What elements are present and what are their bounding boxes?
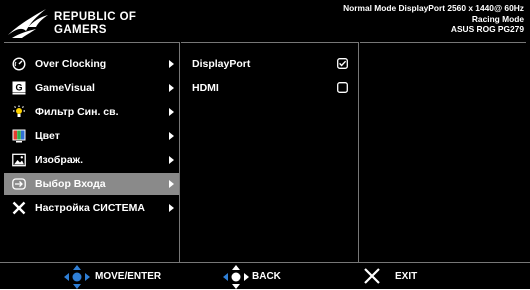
status-model-line: ASUS ROG PG279: [450, 24, 524, 34]
menu-item-label: Изображ.: [35, 154, 84, 166]
checkbox-checked-icon: [337, 58, 348, 69]
arrow-right-icon: [169, 132, 174, 140]
gauge-icon: [12, 57, 26, 71]
osd-footer: MOVE/ENTER BACK EXIT: [0, 262, 530, 289]
rog-eye-icon: [8, 9, 48, 38]
status-mode-line: Normal Mode DisplayPort 2560 x 1440@ 60H…: [343, 3, 524, 13]
brand-line-2: GAMERS: [54, 24, 107, 36]
svg-text:G: G: [15, 83, 22, 93]
main-menu: Over Clocking G GameVisual Фильтр Син. с…: [4, 42, 180, 262]
status-info: Normal Mode DisplayPort 2560 x 1440@ 60H…: [343, 3, 524, 35]
menu-item-label: Цвет: [35, 130, 60, 142]
menu-item-label: Настройка СИСТЕМА: [35, 202, 145, 214]
gamevisual-icon: G: [12, 81, 26, 95]
arrow-right-icon: [169, 180, 174, 188]
arrow-right-icon: [169, 60, 174, 68]
footer-exit-label: EXIT: [395, 271, 418, 282]
footer-exit[interactable]: EXIT: [363, 263, 443, 290]
menu-item-label: Выбор Входа: [35, 178, 106, 190]
menu-item-color[interactable]: Цвет: [4, 125, 179, 147]
menu-item-input-select[interactable]: Выбор Входа: [4, 173, 179, 195]
brand-name: REPUBLIC OF GAMERS: [54, 11, 136, 37]
checkbox-empty-icon: [337, 82, 348, 93]
menu-item-label: Over Clocking: [35, 58, 107, 70]
arrow-right-icon: [169, 156, 174, 164]
menu-item-label: GameVisual: [35, 82, 95, 94]
arrow-right-icon: [169, 108, 174, 116]
footer-move-enter[interactable]: MOVE/ENTER: [64, 263, 174, 290]
joystick-back-icon: [223, 265, 249, 289]
footer-back-label: BACK: [252, 271, 281, 282]
footer-move-label: MOVE/ENTER: [95, 271, 162, 282]
detail-panel: [360, 42, 526, 262]
rog-logo: REPUBLIC OF GAMERS: [6, 5, 182, 41]
menu-item-label: Фильтр Син. св.: [35, 106, 119, 118]
submenu-option-hdmi[interactable]: HDMI: [181, 77, 358, 99]
arrow-right-icon: [169, 84, 174, 92]
status-gamevisual-line: Racing Mode: [471, 13, 524, 24]
menu-item-over-clocking[interactable]: Over Clocking: [4, 53, 179, 75]
image-icon: [12, 153, 26, 167]
color-icon: [12, 129, 26, 143]
menu-item-blue-light-filter[interactable]: Фильтр Син. св.: [4, 101, 179, 123]
submenu: DisplayPort HDMI: [181, 42, 359, 262]
input-icon: [12, 178, 26, 190]
joystick-move-icon: [64, 265, 90, 289]
arrow-right-icon: [169, 204, 174, 212]
monitor-osd: REPUBLIC OF GAMERS Normal Mode DisplayPo…: [0, 0, 530, 289]
menu-item-system-setup[interactable]: Настройка СИСТЕМА: [4, 197, 179, 219]
submenu-option-label: DisplayPort: [192, 58, 251, 70]
bluelight-icon: [13, 105, 25, 117]
footer-back[interactable]: BACK: [223, 263, 303, 290]
osd-header: REPUBLIC OF GAMERS Normal Mode DisplayPo…: [0, 0, 530, 42]
submenu-option-displayport[interactable]: DisplayPort: [181, 53, 358, 75]
exit-x-icon: [364, 268, 380, 284]
menu-item-gamevisual[interactable]: G GameVisual: [4, 77, 179, 99]
tools-icon: [12, 201, 26, 215]
brand-line-1: REPUBLIC OF: [54, 11, 137, 23]
submenu-option-label: HDMI: [192, 82, 219, 94]
menu-item-image[interactable]: Изображ.: [4, 149, 179, 171]
